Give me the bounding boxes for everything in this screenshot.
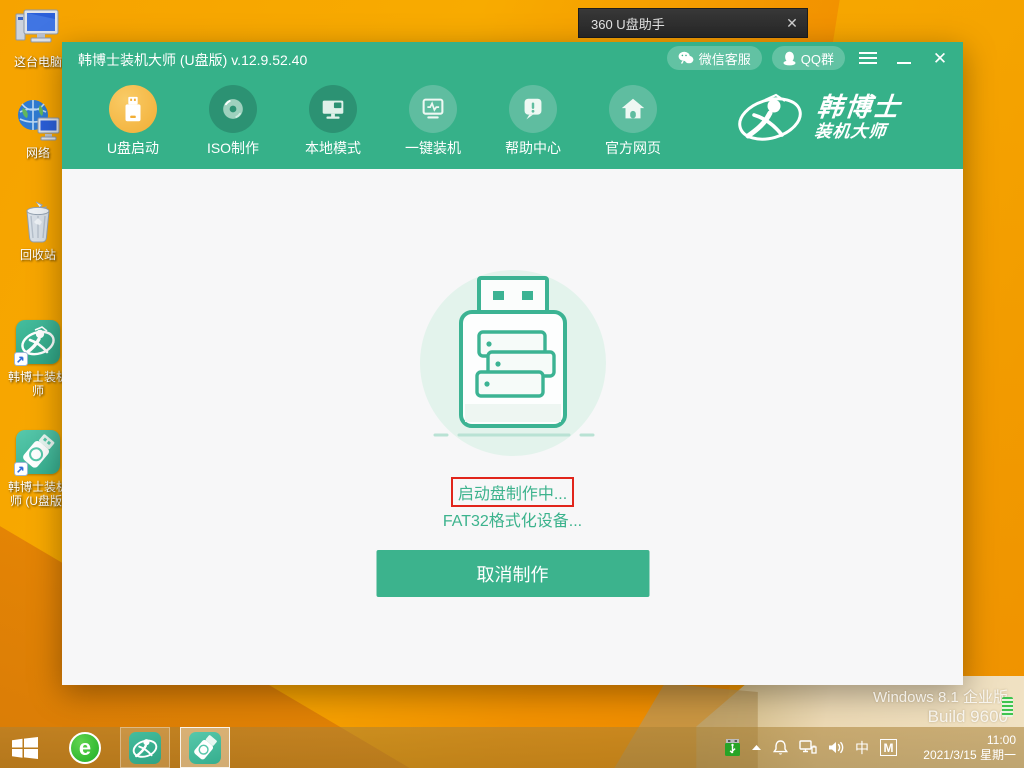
windows-watermark: Windows 8.1 企业版 Build 9600 bbox=[873, 686, 1008, 727]
toast-360-usb-helper: 360 U盘助手 ✕ bbox=[578, 8, 808, 38]
window-title: 韩博士装机大师 (U盘版) v.12.9.52.40 bbox=[78, 50, 307, 70]
toast-close-button[interactable]: ✕ bbox=[777, 15, 807, 32]
iso-disc-icon bbox=[218, 94, 248, 124]
network-icon bbox=[14, 96, 62, 144]
volume-tray-icon[interactable] bbox=[828, 740, 844, 755]
edge-panel-handle[interactable] bbox=[1002, 697, 1013, 717]
help-center-icon bbox=[518, 94, 548, 124]
shortcut-arrow-icon bbox=[14, 352, 28, 366]
local-mode-icon bbox=[318, 94, 348, 124]
menu-button[interactable] bbox=[855, 46, 881, 70]
window-content: 启动盘制作中... FAT32格式化设备... 取消制作 bbox=[62, 169, 963, 685]
browser-icon: e bbox=[69, 732, 101, 764]
hanboshi-app-icon bbox=[14, 320, 62, 368]
nav-usb-boot[interactable]: U盘启动 bbox=[83, 85, 183, 158]
notification-bell-icon[interactable] bbox=[773, 740, 788, 756]
ime-mode-indicator[interactable]: M bbox=[880, 739, 897, 756]
nav-label: ISO制作 bbox=[183, 138, 283, 158]
windows-logo-icon bbox=[12, 737, 38, 759]
minimize-icon bbox=[897, 62, 911, 64]
nav-label: U盘启动 bbox=[83, 138, 183, 158]
watermark-edition: Windows 8.1 企业版 bbox=[873, 686, 1008, 707]
wechat-support-label: 微信客服 bbox=[699, 49, 751, 68]
taskbar-hanboshi-usb-button[interactable] bbox=[180, 727, 230, 768]
usb-drive-illustration-icon bbox=[413, 268, 613, 458]
qq-group-label: QQ群 bbox=[801, 49, 834, 68]
brand-logo: 韩博士 装机大师 bbox=[736, 86, 951, 148]
taskbar: e bbox=[0, 727, 1024, 768]
usb-boot-icon bbox=[118, 94, 148, 124]
nav-help-center[interactable]: 帮助中心 bbox=[483, 85, 583, 158]
ime-language-indicator[interactable]: 中 bbox=[855, 738, 869, 758]
hamburger-icon bbox=[859, 52, 877, 64]
qq-icon bbox=[783, 51, 796, 66]
close-button[interactable]: ✕ bbox=[927, 46, 953, 70]
nav-official-site[interactable]: 官方网页 bbox=[583, 85, 683, 158]
nav-label: 本地模式 bbox=[283, 138, 383, 158]
brand-name-line1: 韩博士 bbox=[816, 94, 903, 120]
one-key-install-icon bbox=[418, 94, 448, 124]
status-primary-annotated: 启动盘制作中... bbox=[451, 477, 574, 507]
hanboshi-window: 韩博士装机大师 (U盘版) v.12.9.52.40 微信客服 QQ群 bbox=[62, 42, 963, 685]
hanboshi-usb-app-icon bbox=[14, 430, 62, 478]
wechat-support-button[interactable]: 微信客服 bbox=[667, 46, 762, 70]
nav-label: 官方网页 bbox=[583, 138, 683, 158]
taskbar-browser-button[interactable]: e bbox=[60, 727, 110, 768]
nav-label: 一键装机 bbox=[383, 138, 483, 158]
home-icon bbox=[618, 94, 648, 124]
usb-tray-icon[interactable] bbox=[725, 739, 740, 756]
nav-iso-make[interactable]: ISO制作 bbox=[183, 85, 283, 158]
shortcut-arrow-icon bbox=[14, 462, 28, 476]
usb-illustration bbox=[413, 268, 613, 458]
nav-one-key-install[interactable]: 一键装机 bbox=[383, 85, 483, 158]
start-button[interactable] bbox=[0, 727, 50, 768]
hanboshi-usb-app-icon bbox=[189, 732, 221, 764]
system-tray: 中 M 11:00 2021/3/15 星期一 bbox=[725, 727, 1024, 768]
status-secondary: FAT32格式化设备... bbox=[62, 507, 963, 531]
desktop-wallpaper: 这台电脑 网络 回收站 bbox=[0, 0, 1024, 768]
brand-logo-icon bbox=[736, 88, 808, 146]
recycle-bin-icon bbox=[14, 198, 62, 246]
nav-label: 帮助中心 bbox=[483, 138, 583, 158]
hanboshi-app-icon bbox=[129, 732, 161, 764]
hidden-icons-chevron[interactable] bbox=[751, 744, 762, 751]
clock-time: 11:00 bbox=[908, 733, 1016, 748]
qq-group-button[interactable]: QQ群 bbox=[772, 46, 845, 70]
minimize-button[interactable] bbox=[891, 46, 917, 70]
cancel-make-button[interactable]: 取消制作 bbox=[376, 550, 649, 597]
taskbar-clock[interactable]: 11:00 2021/3/15 星期一 bbox=[908, 733, 1016, 763]
network-tray-icon[interactable] bbox=[799, 740, 817, 755]
main-nav: U盘启动 ISO制作 bbox=[83, 85, 683, 158]
brand-name-line2: 装机大师 bbox=[814, 123, 900, 140]
watermark-build: Build 9600 bbox=[873, 707, 1008, 727]
this-pc-icon bbox=[14, 5, 62, 53]
toast-title: 360 U盘助手 bbox=[579, 14, 777, 33]
wechat-icon bbox=[678, 51, 694, 65]
clock-date: 2021/3/15 星期一 bbox=[908, 748, 1016, 763]
taskbar-hanboshi-button[interactable] bbox=[120, 727, 170, 768]
nav-local-mode[interactable]: 本地模式 bbox=[283, 85, 383, 158]
